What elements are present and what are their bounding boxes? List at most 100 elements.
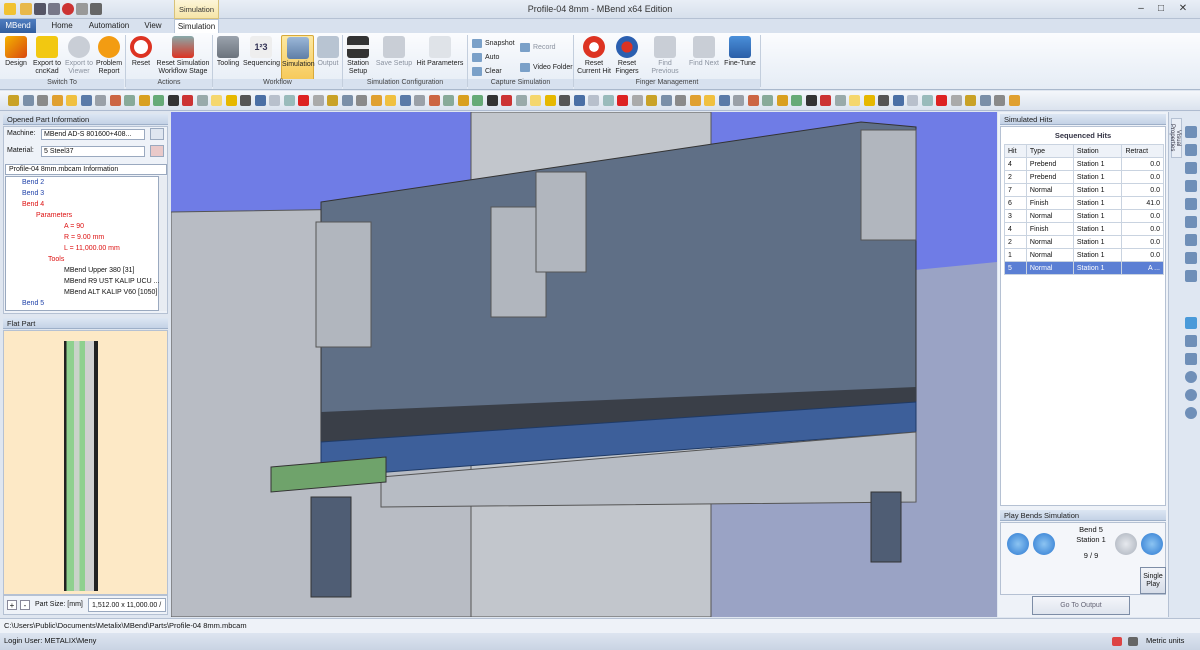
tree-tool-upper[interactable]: MBend Upper 380 [31] (64, 265, 134, 276)
machine-select[interactable]: MBend AD-S 801600+408... (41, 129, 145, 140)
toolbar-tool-icon[interactable] (573, 95, 585, 106)
toolbar-tool-icon[interactable] (254, 95, 266, 106)
table-row[interactable]: 4 Finish Station 1 0.0 (1004, 222, 1164, 236)
tree-bend-3[interactable]: Bend 3 (22, 188, 44, 199)
toolbar-tool-icon[interactable] (51, 95, 63, 106)
toolbar-tool-icon[interactable] (1008, 95, 1020, 106)
hit-parameters-button[interactable]: Hit Parameters (415, 35, 465, 81)
table-row[interactable]: 2 Normal Station 1 0.0 (1004, 235, 1164, 249)
toolbar-tool-icon[interactable] (269, 95, 280, 106)
toolbar-tool-icon[interactable] (660, 95, 672, 106)
tree-scrollbar[interactable] (159, 176, 167, 311)
toolbar-tool-icon[interactable] (37, 95, 48, 106)
zoom-in-button[interactable]: + (7, 600, 17, 610)
toolbar-tool-icon[interactable] (196, 95, 208, 106)
zoom-out-button[interactable]: - (20, 600, 30, 610)
toolbar-tool-icon[interactable] (443, 95, 454, 106)
tab-home[interactable]: Home (44, 19, 80, 33)
toolbar-tool-icon[interactable] (834, 95, 846, 106)
toolbar-tool-icon[interactable] (182, 95, 193, 106)
toolbar-tool-icon[interactable] (936, 95, 947, 106)
zoom-in-icon[interactable] (1185, 371, 1197, 383)
toolbar-tool-icon[interactable] (646, 95, 657, 106)
tree-tool-punch[interactable]: MBend R9 UST KALIP UCU ... (64, 276, 159, 287)
toolbar-tool-icon[interactable] (689, 95, 701, 106)
toolbar-tool-icon[interactable] (138, 95, 150, 106)
tree-bend-2[interactable]: Bend 2 (22, 177, 44, 188)
toolbar-tool-icon[interactable] (240, 95, 251, 106)
tree-parameters[interactable]: Parameters (36, 210, 72, 221)
simulation-viewport[interactable] (171, 112, 997, 617)
sidebar-tool-icon[interactable] (1185, 144, 1197, 156)
toolbar-tool-icon[interactable] (22, 95, 34, 106)
col-station[interactable]: Station (1072, 144, 1123, 158)
toolbar-tool-icon[interactable] (399, 95, 411, 106)
toolbar-tool-icon[interactable] (356, 95, 367, 106)
tab-view[interactable]: View (138, 19, 168, 33)
zoom-fit-icon[interactable] (1185, 407, 1197, 419)
sidebar-tool-icon[interactable] (1185, 252, 1197, 264)
rotate-icon[interactable] (1185, 317, 1197, 329)
toolbar-tool-icon[interactable] (501, 95, 512, 106)
toolbar-tool-icon[interactable] (66, 95, 77, 106)
tree-bend-5[interactable]: Bend 5 (22, 298, 44, 309)
machine-lookup-button[interactable] (150, 128, 164, 140)
toolbar-tool-icon[interactable] (515, 95, 527, 106)
rewind-icon[interactable] (1007, 533, 1029, 555)
go-to-output-button[interactable]: Go To Output (1032, 596, 1130, 615)
step-back-icon[interactable] (1033, 533, 1055, 555)
minimize-icon[interactable]: – (1134, 3, 1148, 15)
toolbar-tool-icon[interactable] (863, 95, 875, 106)
find-previous-button[interactable]: Find Previous (644, 35, 686, 81)
toolbar-tool-icon[interactable] (472, 95, 483, 106)
tab-simulation[interactable]: Simulation (174, 19, 219, 33)
auto-button[interactable]: Auto (472, 52, 499, 63)
sidebar-tool-icon[interactable] (1185, 234, 1197, 246)
maximize-icon[interactable]: □ (1154, 3, 1168, 15)
tooling-button[interactable]: Tooling (214, 35, 242, 81)
export-viewer-button[interactable]: Export to Viewer (64, 35, 94, 81)
problem-report-button[interactable]: Problem Report (95, 35, 123, 81)
table-row[interactable]: 2 Prebend Station 1 0.0 (1004, 170, 1164, 184)
tree-bend-4[interactable]: Bend 4 (22, 199, 44, 210)
toolbar-tool-icon[interactable] (675, 95, 686, 106)
zoom-window-icon[interactable] (1185, 353, 1197, 365)
toolbar-tool-icon[interactable] (167, 95, 179, 106)
video-folder-button[interactable]: Video Folder (520, 62, 573, 73)
toolbar-tool-icon[interactable] (965, 95, 976, 106)
design-button[interactable]: Design (3, 35, 29, 81)
sidebar-tool-icon[interactable] (1185, 162, 1197, 174)
toolbar-tool-icon[interactable] (617, 95, 628, 106)
toolbar-tool-icon[interactable] (791, 95, 802, 106)
table-row[interactable]: 7 Normal Station 1 0.0 (1004, 183, 1164, 197)
toolbar-tool-icon[interactable] (892, 95, 904, 106)
toolbar-tool-icon[interactable] (602, 95, 614, 106)
toolbar-tool-icon[interactable] (907, 95, 918, 106)
reset-button[interactable]: Reset (128, 35, 154, 81)
sidebar-tool-icon[interactable] (1185, 180, 1197, 192)
tab-automation[interactable]: Automation (84, 19, 134, 33)
toolbar-tool-icon[interactable] (820, 95, 831, 106)
toolbar-tool-icon[interactable] (704, 95, 715, 106)
toolbar-tool-icon[interactable] (283, 95, 295, 106)
visual-properties-tab[interactable]: Visual Properties (1169, 118, 1182, 158)
table-row[interactable]: 5 Normal Station 1A ... (1004, 261, 1164, 275)
tree-tool-die[interactable]: MBend ALT KALIP V60 [1050] (64, 287, 157, 298)
tree-tools[interactable]: Tools (48, 254, 64, 265)
toolbar-tool-icon[interactable] (298, 95, 309, 106)
col-retract[interactable]: Retract (1121, 144, 1164, 158)
zoom-out-icon[interactable] (1185, 389, 1197, 401)
toolbar-tool-icon[interactable] (776, 95, 788, 106)
toolbar-tool-icon[interactable] (486, 95, 498, 106)
toolbar-tool-icon[interactable] (762, 95, 773, 106)
close-icon[interactable]: ✕ (1176, 3, 1190, 15)
toolbar-tool-icon[interactable] (994, 95, 1005, 106)
toolbar-tool-icon[interactable] (530, 95, 541, 106)
toolbar-tool-icon[interactable] (341, 95, 353, 106)
toolbar-tool-icon[interactable] (327, 95, 338, 106)
reset-fingers-button[interactable]: Reset Fingers (613, 35, 641, 81)
toolbar-tool-icon[interactable] (849, 95, 860, 106)
toolbar-tool-icon[interactable] (225, 95, 237, 106)
output-button[interactable]: Output (315, 35, 341, 81)
sidebar-tool-icon[interactable] (1185, 216, 1197, 228)
